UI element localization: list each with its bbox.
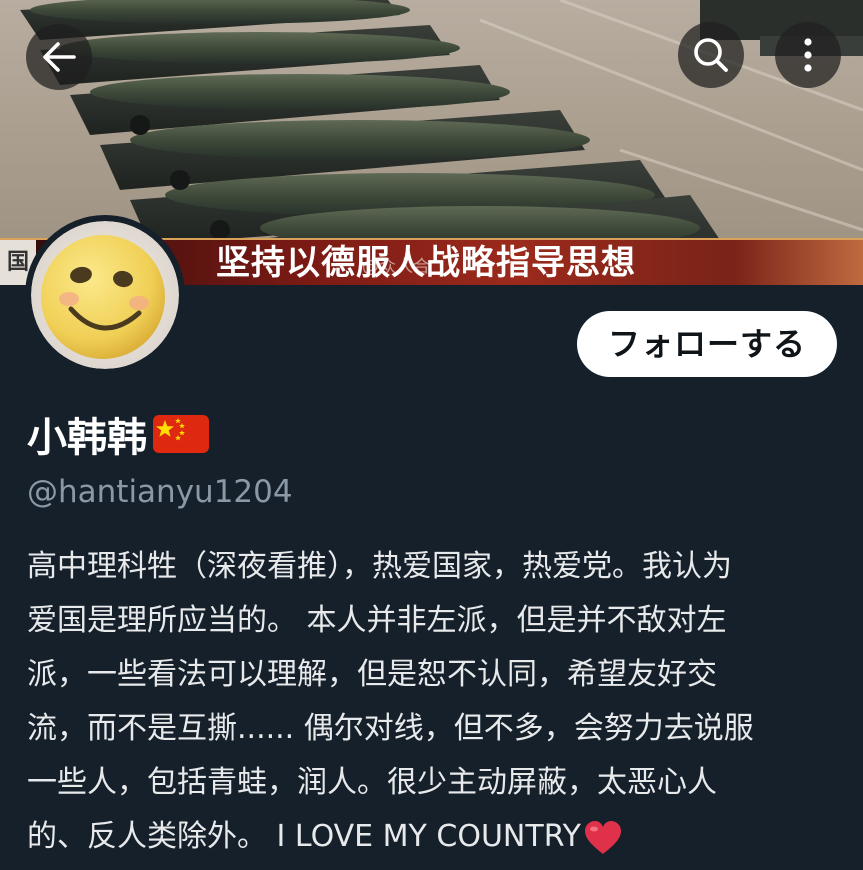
watermark-text: @众人合 [362,257,430,277]
user-handle: @hantianyu1204 [27,474,293,510]
bio-line: 高中理科牲（深夜看推），热爱国家，热爱党。我认为 [27,549,732,584]
china-flag-emoji [153,415,209,453]
display-name-text: 小韩韩 [27,415,147,461]
follow-button[interactable]: フォローする [577,311,837,377]
red-heart-emoji [584,820,621,854]
search-button[interactable] [678,22,744,88]
back-button[interactable] [26,24,92,90]
profile-avatar[interactable] [25,215,185,375]
smiley-face-image [31,221,179,369]
bio-line: 流，而不是互撕...... 偶尔对线，但不多，会努力去说服 [27,711,754,746]
profile-page: 国 坚持以德服人战略指导思想 @众人合 フォローする 小韩韩 @hantiany… [0,0,863,870]
profile-bio: 高中理科牲（深夜看推），热爱国家，热爱党。我认为 爱国是理所应当的。 本人并非左… [27,540,837,864]
arrow-left-icon [43,42,76,72]
bio-line-text: 的、反人类除外。 I LOVE MY COUNTRY [27,819,581,854]
flag-stars [156,418,185,441]
bio-line: 爱国是理所应当的。 本人并非左派，但是并不敌对左 [27,603,727,638]
bio-line: 一些人，包括青蛙，润人。很少主动屏蔽，太恶心人 [27,765,717,800]
more-options-button[interactable] [775,22,841,88]
bio-last-line: 的、反人类除外。 I LOVE MY COUNTRY [27,810,837,864]
bio-line: 派，一些看法可以理解，但是恕不认同，希望友好交 [27,657,717,692]
search-icon [694,38,728,72]
more-vertical-icon [804,38,812,72]
display-name: 小韩韩 [27,405,209,463]
